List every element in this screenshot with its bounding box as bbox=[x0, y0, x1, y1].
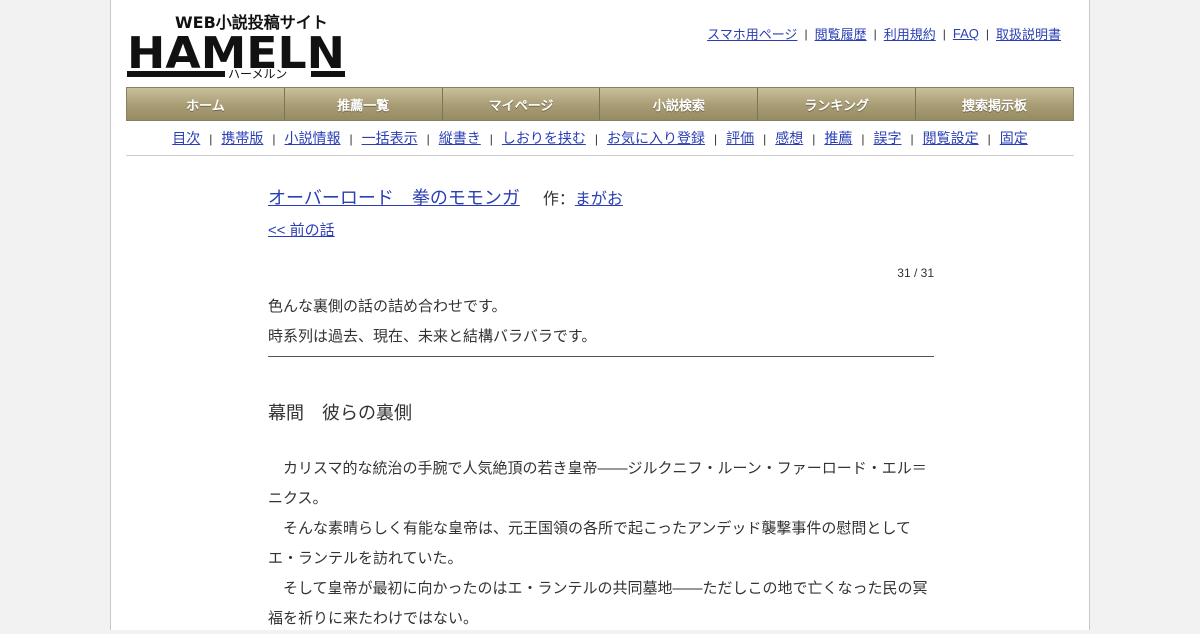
nav-novel-search[interactable]: 小説検索 bbox=[600, 88, 759, 120]
nav-recommendations[interactable]: 推薦一覧 bbox=[284, 88, 443, 120]
chapter-title: 幕間 彼らの裏側 bbox=[268, 403, 412, 423]
novel-title-link[interactable]: オーバーロード 拳のモモンガ bbox=[268, 184, 520, 210]
subnav-mobile[interactable]: 携帯版 bbox=[221, 128, 263, 148]
nav-search-board[interactable]: 捜索掲示板 bbox=[916, 88, 1073, 120]
body-paragraph: エ・ランテルを訪れていた。 bbox=[268, 550, 463, 567]
subnav-pin[interactable]: 固定 bbox=[1000, 128, 1028, 148]
manual-link[interactable]: 取扱説明書 bbox=[996, 24, 1061, 43]
novel-content: オーバーロード 拳のモモンガ 作： まがお << 前の話 31 / 31 色んな… bbox=[268, 184, 934, 627]
separator: | bbox=[714, 132, 718, 146]
separator: | bbox=[861, 132, 865, 146]
separator: | bbox=[812, 132, 816, 146]
logo-graphic: WEB小説投稿サイト HAMELN ハーメルン bbox=[127, 13, 345, 80]
subnav-rating[interactable]: 評価 bbox=[726, 128, 754, 148]
terms-link[interactable]: 利用規約 bbox=[884, 24, 936, 43]
separator: | bbox=[763, 132, 767, 146]
hameln-logo[interactable]: WEB小説投稿サイト HAMELN ハーメルン bbox=[127, 10, 347, 80]
subnav-toc[interactable]: 目次 bbox=[172, 128, 200, 148]
separator: | bbox=[349, 132, 353, 146]
subnav-vertical[interactable]: 縦書き bbox=[439, 128, 481, 148]
subnav-bookmark[interactable]: しおりを挟む bbox=[502, 128, 586, 148]
main-nav: ホーム 推薦一覧 マイページ 小説検索 ランキング 捜索掲示板 bbox=[126, 87, 1074, 121]
separator: | bbox=[910, 132, 914, 146]
separator: | bbox=[426, 132, 430, 146]
smartphone-page-link[interactable]: スマホ用ページ bbox=[707, 24, 797, 43]
episode-counter: 31 / 31 bbox=[897, 266, 934, 280]
subnav-favorite[interactable]: お気に入り登録 bbox=[607, 128, 705, 148]
author-link[interactable]: まがお bbox=[575, 185, 623, 209]
separator: | bbox=[272, 132, 276, 146]
subnav-typo[interactable]: 誤字 bbox=[874, 128, 902, 148]
separator: | bbox=[987, 132, 991, 146]
separator: | bbox=[489, 132, 493, 146]
preface-line: 色んな裏側の話の詰め合わせです。 bbox=[268, 298, 507, 315]
preface-line: 時系列は過去、現在、未来と結構バラバラです。 bbox=[268, 328, 597, 345]
separator: | bbox=[594, 132, 598, 146]
subnav-show-all[interactable]: 一括表示 bbox=[362, 128, 418, 148]
separator: | bbox=[873, 26, 877, 41]
nav-ranking[interactable]: ランキング bbox=[758, 88, 917, 120]
body-paragraph: そんな素晴らしく有能な皇帝は、元王国領の各所で起こったアンデッド襲撃事件の慰問と… bbox=[268, 520, 911, 537]
author-label: 作： bbox=[542, 191, 575, 208]
novel-subnav: 目次 | 携帯版 | 小説情報 | 一括表示 | 縦書き | しおりを挟む | お気に入り登… bbox=[126, 128, 1074, 156]
separator: | bbox=[942, 26, 946, 41]
history-link[interactable]: 閲覧履歴 bbox=[815, 24, 867, 43]
separator: | bbox=[209, 132, 213, 146]
separator: | bbox=[985, 26, 989, 41]
body-paragraph: カリスマ的な統治の手腕で人気絶頂の若き皇帝――ジルクニフ・ルーン・ファーロード・… bbox=[268, 460, 927, 507]
prev-episode-link[interactable]: << 前の話 bbox=[268, 219, 335, 240]
preface: 色んな裏側の話の詰め合わせです。 時系列は過去、現在、未来と結構バラバラです。 bbox=[268, 292, 934, 352]
subnav-view-settings[interactable]: 閲覧設定 bbox=[923, 128, 979, 148]
subnav-recommend[interactable]: 推薦 bbox=[824, 128, 852, 148]
logo-kana: ハーメルン bbox=[228, 67, 287, 80]
page: WEB小説投稿サイト HAMELN ハーメルン スマホ用ページ | 閲覧履歴 |… bbox=[110, 0, 1090, 630]
title-row: オーバーロード 拳のモモンガ 作： まがお bbox=[268, 184, 934, 210]
divider bbox=[268, 356, 934, 357]
faq-link[interactable]: FAQ bbox=[953, 26, 979, 41]
body-paragraph: そして皇帝が最初に向かったのはエ・ランテルの共同墓地――ただしこの地で亡くなった… bbox=[268, 580, 928, 597]
subnav-comments[interactable]: 感想 bbox=[775, 128, 803, 148]
separator: | bbox=[804, 26, 808, 41]
nav-mypage[interactable]: マイページ bbox=[442, 88, 601, 120]
subnav-novel-info[interactable]: 小説情報 bbox=[285, 128, 341, 148]
header-links: スマホ用ページ | 閲覧履歴 | 利用規約 | FAQ | 取扱説明書 bbox=[707, 24, 1061, 43]
nav-home[interactable]: ホーム bbox=[127, 88, 285, 120]
chapter-body: カリスマ的な統治の手腕で人気絶頂の若き皇帝――ジルクニフ・ルーン・ファーロード・… bbox=[268, 454, 934, 634]
